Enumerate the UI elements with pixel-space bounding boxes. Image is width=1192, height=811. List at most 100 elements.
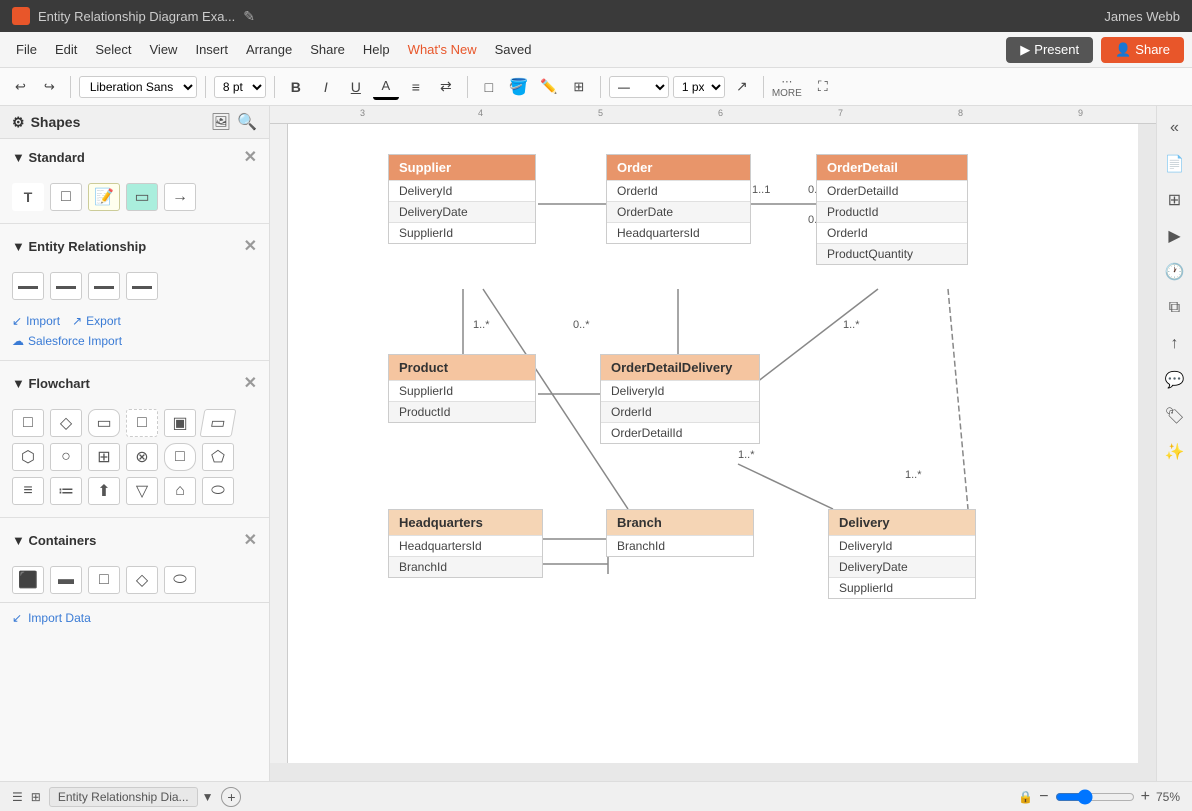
underline-button[interactable]: U [343, 74, 369, 100]
share-button[interactable]: 👤 Share [1101, 37, 1184, 63]
waypoint-button[interactable]: ↗ [729, 74, 755, 100]
cont-rect[interactable]: □ [88, 566, 120, 594]
menu-arrange[interactable]: Arrange [238, 38, 300, 61]
zoom-minus-button[interactable]: − [1039, 788, 1048, 806]
entity-supplier[interactable]: Supplier DeliveryId DeliveryDate Supplie… [388, 154, 536, 244]
fc-triangle-down[interactable]: ▽ [126, 477, 158, 505]
entity-headquarters[interactable]: Headquarters HeadquartersId BranchId [388, 509, 543, 578]
add-tab-button[interactable]: + [221, 787, 241, 807]
bold-button[interactable]: B [283, 74, 309, 100]
salesforce-button[interactable]: ☁ Salesforce Import [0, 334, 269, 356]
fc-ellipse[interactable]: ⬭ [202, 477, 234, 505]
cont-cylinder[interactable]: ⬛ [12, 566, 44, 594]
fc-shadow[interactable]: ▣ [164, 409, 196, 437]
section-standard[interactable]: ▼ Standard ✕ [0, 139, 269, 175]
entity-branch[interactable]: Branch BranchId [606, 509, 754, 557]
zoom-plus-button[interactable]: + [1141, 788, 1150, 806]
menu-edit[interactable]: Edit [47, 38, 85, 61]
fc-hex[interactable]: ⬡ [12, 443, 44, 471]
menu-view[interactable]: View [142, 38, 186, 61]
fc-rect[interactable]: □ [12, 409, 44, 437]
edit-icon[interactable]: ✎ [243, 8, 255, 25]
fc-rounded[interactable]: ▭ [88, 409, 120, 437]
line-color-button[interactable]: ✏️ [536, 74, 562, 100]
menu-whats-new[interactable]: What's New [400, 38, 485, 61]
menu-select[interactable]: Select [87, 38, 139, 61]
right-comment-icon[interactable]: 💬 [1161, 366, 1189, 394]
right-upload-icon[interactable]: ↑ [1161, 330, 1189, 358]
arrow-shape[interactable]: → [164, 183, 196, 211]
bottom-diagram-icon[interactable]: ⊞ [31, 790, 41, 804]
rect-shape[interactable]: □ [50, 183, 82, 211]
right-present-icon[interactable]: ▶ [1161, 222, 1189, 250]
right-layers-icon[interactable]: ⧉ [1161, 294, 1189, 322]
colored-rect-shape[interactable]: ▭ [126, 183, 158, 211]
right-grid-icon[interactable]: ⊞ [1161, 186, 1189, 214]
fc-dashed[interactable]: □ [126, 409, 158, 437]
right-page-icon[interactable]: 📄 [1161, 150, 1189, 178]
align-left-button[interactable]: ≡ [403, 74, 429, 100]
fc-lines1[interactable]: ≡ [12, 477, 44, 505]
er-shape-4[interactable]: ▬▬ [126, 272, 158, 300]
fc-lines2[interactable]: ≔ [50, 477, 82, 505]
menu-help[interactable]: Help [355, 38, 398, 61]
zoom-slider[interactable] [1055, 789, 1135, 805]
fc-circle[interactable]: ○ [50, 443, 82, 471]
fc-rounded2[interactable]: □ [164, 443, 196, 471]
redo-button[interactable]: ↪ [37, 75, 62, 99]
italic-button[interactable]: I [313, 74, 339, 100]
image-icon[interactable]: 🖼 [211, 112, 231, 132]
line-style-selector[interactable]: — [609, 76, 669, 98]
er-shape-2[interactable]: ▬▬ [50, 272, 82, 300]
er-shape-3[interactable]: ▬▬ [88, 272, 120, 300]
text-direction-button[interactable]: ⇄ [433, 74, 459, 100]
menu-insert[interactable]: Insert [187, 38, 236, 61]
cont-swim[interactable]: ▬ [50, 566, 82, 594]
section-er-close[interactable]: ✕ [244, 236, 257, 256]
tab-label[interactable]: Entity Relationship Dia... [49, 787, 198, 807]
search-icon[interactable]: 🔍 [237, 112, 257, 132]
section-containers[interactable]: ▼ Containers ✕ [0, 522, 269, 558]
note-shape[interactable]: 📝 [88, 183, 120, 211]
menu-share[interactable]: Share [302, 38, 353, 61]
font-selector[interactable]: Liberation Sans [79, 76, 197, 98]
section-standard-close[interactable]: ✕ [244, 147, 257, 167]
right-clock-icon[interactable]: 🕐 [1161, 258, 1189, 286]
entity-product[interactable]: Product SupplierId ProductId [388, 354, 536, 423]
line-weight-selector[interactable]: 1 px [673, 76, 725, 98]
cont-ellipse[interactable]: ⬭ [164, 566, 196, 594]
entity-order[interactable]: Order OrderId OrderDate HeadquartersId [606, 154, 751, 244]
cont-diamond2[interactable]: ◇ [126, 566, 158, 594]
fc-arrow-up[interactable]: ⬆ [88, 477, 120, 505]
canvas-container[interactable]: 3 4 5 6 7 8 9 [270, 106, 1156, 781]
section-flowchart-close[interactable]: ✕ [244, 373, 257, 393]
undo-button[interactable]: ↩ [8, 75, 33, 99]
section-containers-close[interactable]: ✕ [244, 530, 257, 550]
tab-dropdown-icon[interactable]: ▼ [202, 790, 214, 804]
more-button[interactable]: ⋯ MORE [772, 75, 802, 99]
fc-parallelogram[interactable]: ▭ [200, 409, 237, 437]
present-button[interactable]: ▶ Present [1006, 37, 1093, 63]
fc-shield[interactable]: ⬠ [202, 443, 234, 471]
fc-plus[interactable]: ⊞ [88, 443, 120, 471]
fc-diamond[interactable]: ◇ [50, 409, 82, 437]
entity-orderdetaildelivery[interactable]: OrderDetailDelivery DeliveryId OrderId O… [600, 354, 760, 444]
right-wand-icon[interactable]: ✨ [1161, 438, 1189, 466]
er-shape-1[interactable]: ▬▬ [12, 272, 44, 300]
canvas[interactable]: 1..1 0..1 0..1 1..* 0..* 1..* 1..* 1..* … [288, 124, 1138, 763]
section-flowchart[interactable]: ▼ Flowchart ✕ [0, 365, 269, 401]
fill-color-button[interactable]: 🪣 [506, 74, 532, 100]
right-tag-icon[interactable]: 🏷 [1161, 402, 1189, 430]
fullscreen-button[interactable]: ⛶ [810, 74, 836, 100]
export-button[interactable]: ↗ Export [72, 314, 121, 328]
import-data-button[interactable]: ↙ Import Data [0, 602, 269, 633]
font-size-selector[interactable]: 8 pt [214, 76, 266, 98]
import-button[interactable]: ↙ Import [12, 314, 60, 328]
bottom-grid-icon[interactable]: ☰ [12, 790, 23, 804]
right-collapse-icon[interactable]: « [1161, 114, 1189, 142]
menu-file[interactable]: File [8, 38, 45, 61]
shape-style-button[interactable]: □ [476, 74, 502, 100]
fc-cross[interactable]: ⊗ [126, 443, 158, 471]
font-color-button[interactable]: A [373, 74, 399, 100]
entity-orderdetail[interactable]: OrderDetail OrderDetailId ProductId Orde… [816, 154, 968, 265]
